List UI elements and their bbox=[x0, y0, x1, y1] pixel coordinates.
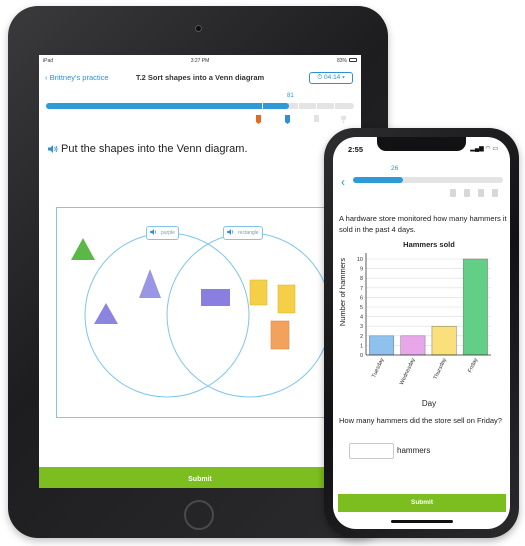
y-tick-label: 6 bbox=[360, 295, 363, 301]
tablet-camera bbox=[195, 25, 202, 32]
y-tick-label: 2 bbox=[360, 334, 363, 340]
y-tick-label: 7 bbox=[360, 286, 363, 292]
purple-triangle-shape[interactable] bbox=[139, 269, 161, 298]
medal-slot-icon bbox=[464, 189, 470, 197]
trophy-icon bbox=[341, 115, 346, 124]
progress-tick bbox=[298, 103, 299, 109]
tablet-screen: iPad 3:27 PM 83% ‹ Brittney's practice T… bbox=[39, 55, 361, 488]
placeholder-marker-icon bbox=[314, 115, 319, 122]
question-text: Put the shapes into the Venn diagram. bbox=[48, 143, 248, 155]
bar-wednesday bbox=[400, 335, 426, 356]
progress-number: 26 bbox=[391, 165, 399, 172]
submit-button[interactable]: Submit bbox=[338, 494, 506, 512]
purple-rectangle-shape[interactable] bbox=[201, 289, 230, 306]
green-triangle-shape[interactable] bbox=[71, 238, 95, 260]
y-tick-label: 5 bbox=[360, 305, 363, 311]
bar-friday bbox=[462, 258, 488, 356]
purple-triangle-shape[interactable] bbox=[94, 303, 118, 324]
x-tick-labels: Tuesday Wednesday Thursday Friday bbox=[371, 357, 479, 386]
venn-label-right: rectangle bbox=[223, 226, 263, 240]
x-tick-label: Tuesday bbox=[371, 357, 385, 379]
progress-number: 81 bbox=[287, 93, 294, 99]
signal-icon: ▂▄▆ bbox=[470, 146, 484, 152]
x-axis-label: Day bbox=[422, 399, 436, 408]
y-tick-label: 8 bbox=[360, 276, 363, 282]
speaker-icon[interactable] bbox=[48, 145, 58, 153]
question-text-2: How many hammers did the store sell on F… bbox=[339, 416, 502, 425]
question-text: A hardware store monitored how many hamm… bbox=[339, 214, 507, 234]
y-tick-label: 9 bbox=[360, 267, 363, 273]
tablet-status-bar: iPad 3:27 PM 83% bbox=[39, 55, 361, 67]
venn-label-left: purple bbox=[146, 226, 179, 240]
yellow-rectangle-shape[interactable] bbox=[277, 284, 296, 314]
x-tick-label: Wednesday bbox=[399, 357, 417, 386]
bar-chart: Hammers sold Number of hammers Day 0 1 2 3 4… bbox=[338, 240, 491, 408]
battery-icon: ▭ bbox=[492, 146, 498, 152]
progress-tick bbox=[316, 103, 317, 109]
phone-status-time: 2:55 bbox=[348, 145, 364, 154]
phone-device: 2:55 ▂▄▆ ◠ ▭ ‹ 26 A hardware store monit… bbox=[324, 128, 519, 538]
answer-unit: hammers bbox=[397, 446, 431, 455]
progress-bar bbox=[46, 103, 354, 109]
phone-screen: 2:55 ▂▄▆ ◠ ▭ ‹ 26 A hardware store monit… bbox=[333, 137, 510, 529]
yellow-rectangle-shape[interactable] bbox=[249, 279, 268, 306]
status-time: 3:27 PM bbox=[190, 58, 210, 64]
y-tick-label: 3 bbox=[360, 324, 363, 330]
wifi-icon: ◠ bbox=[485, 146, 491, 152]
bar-tuesday bbox=[369, 335, 395, 356]
speaker-icon[interactable] bbox=[150, 229, 158, 235]
venn-label-left-text: purple bbox=[161, 230, 175, 236]
y-tick-labels: 0 1 2 3 4 5 6 7 8 9 10 bbox=[357, 257, 363, 359]
progress-tick bbox=[262, 103, 263, 109]
y-tick-label: 10 bbox=[357, 257, 363, 263]
timer-button[interactable]: ⏱ 04:14 ▾ bbox=[309, 72, 353, 84]
medal-slot-icon bbox=[478, 189, 484, 197]
progress-fill bbox=[353, 177, 403, 183]
tablet-nav-bar: ‹ Brittney's practice T.2 Sort shapes in… bbox=[39, 69, 361, 87]
orange-rectangle-shape[interactable] bbox=[270, 320, 290, 350]
progress-bar bbox=[353, 177, 503, 183]
submit-button[interactable]: Submit bbox=[39, 467, 361, 488]
question-label: Put the shapes into the Venn diagram. bbox=[61, 143, 248, 155]
battery-icon bbox=[349, 58, 357, 62]
medal-icon bbox=[256, 115, 261, 124]
speaker-icon[interactable] bbox=[227, 229, 235, 235]
home-button[interactable] bbox=[184, 500, 214, 530]
medal-slot-icon bbox=[450, 189, 456, 197]
venn-canvas bbox=[71, 232, 332, 398]
bar-thursday bbox=[431, 325, 457, 356]
chart-title: Hammers sold bbox=[403, 240, 455, 249]
y-tick-label: 1 bbox=[360, 343, 363, 349]
progress-tick bbox=[334, 103, 335, 109]
home-indicator bbox=[391, 520, 453, 523]
trophy-slot-icon bbox=[492, 189, 498, 197]
answer-input[interactable] bbox=[349, 443, 394, 459]
y-axis-label: Number of hammers bbox=[338, 258, 347, 327]
venn-diagram: purple rectangle bbox=[56, 207, 334, 418]
back-button[interactable]: ‹ bbox=[341, 175, 345, 189]
y-tick-label: 4 bbox=[360, 315, 363, 321]
x-tick-label: Friday bbox=[467, 357, 479, 374]
phone-status-icons: ▂▄▆ ◠ ▭ bbox=[470, 145, 498, 152]
timer-value: 04:14 bbox=[324, 74, 341, 81]
x-tick-label: Thursday bbox=[433, 357, 448, 381]
progress-fill bbox=[46, 103, 290, 109]
y-tick-label: 0 bbox=[360, 353, 363, 359]
phone-notch bbox=[377, 137, 466, 151]
bookmark-icon bbox=[285, 115, 290, 124]
venn-label-right-text: rectangle bbox=[238, 230, 259, 236]
battery-percent: 83% bbox=[336, 58, 347, 64]
